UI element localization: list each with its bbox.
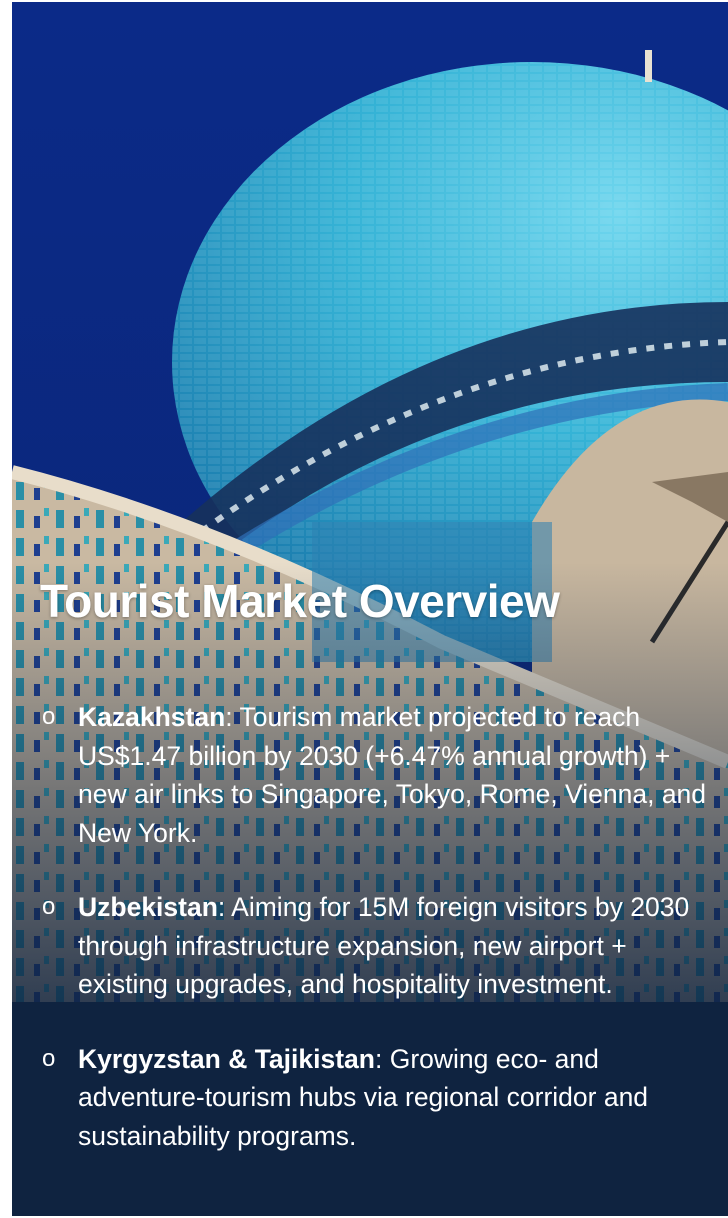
bullet-marker: o xyxy=(42,893,56,920)
bullet-marker: o xyxy=(42,703,56,730)
bullet-text: Kyrgyzstan & Tajikistan: Growing eco- an… xyxy=(78,1040,714,1156)
bullet-kyrgyzstan-tajikistan: o Kyrgyzstan & Tajikistan: Growing eco- … xyxy=(42,1040,714,1156)
bullet-marker: o xyxy=(42,1044,56,1072)
left-margin xyxy=(0,2,12,1216)
bullet-text: Kazakhstan: Tourism market projected to … xyxy=(78,698,714,852)
slide-title: Tourist Market Overview xyxy=(40,575,560,627)
bullet-heading: Uzbekistan xyxy=(78,892,218,922)
bullet-heading: Kazakhstan xyxy=(78,702,226,732)
bullet-list: o Kazakhstan: Tourism market projected t… xyxy=(42,698,714,1155)
bullet-kazakhstan: o Kazakhstan: Tourism market projected t… xyxy=(42,698,714,852)
slide: Tourist Market Overview o Kazakhstan: To… xyxy=(12,2,728,1216)
bullet-heading: Kyrgyzstan & Tajikistan xyxy=(78,1043,375,1074)
bullet-text: Uzbekistan: Aiming for 15M foreign visit… xyxy=(78,888,714,1004)
bullet-uzbekistan: o Uzbekistan: Aiming for 15M foreign vis… xyxy=(42,888,714,1004)
